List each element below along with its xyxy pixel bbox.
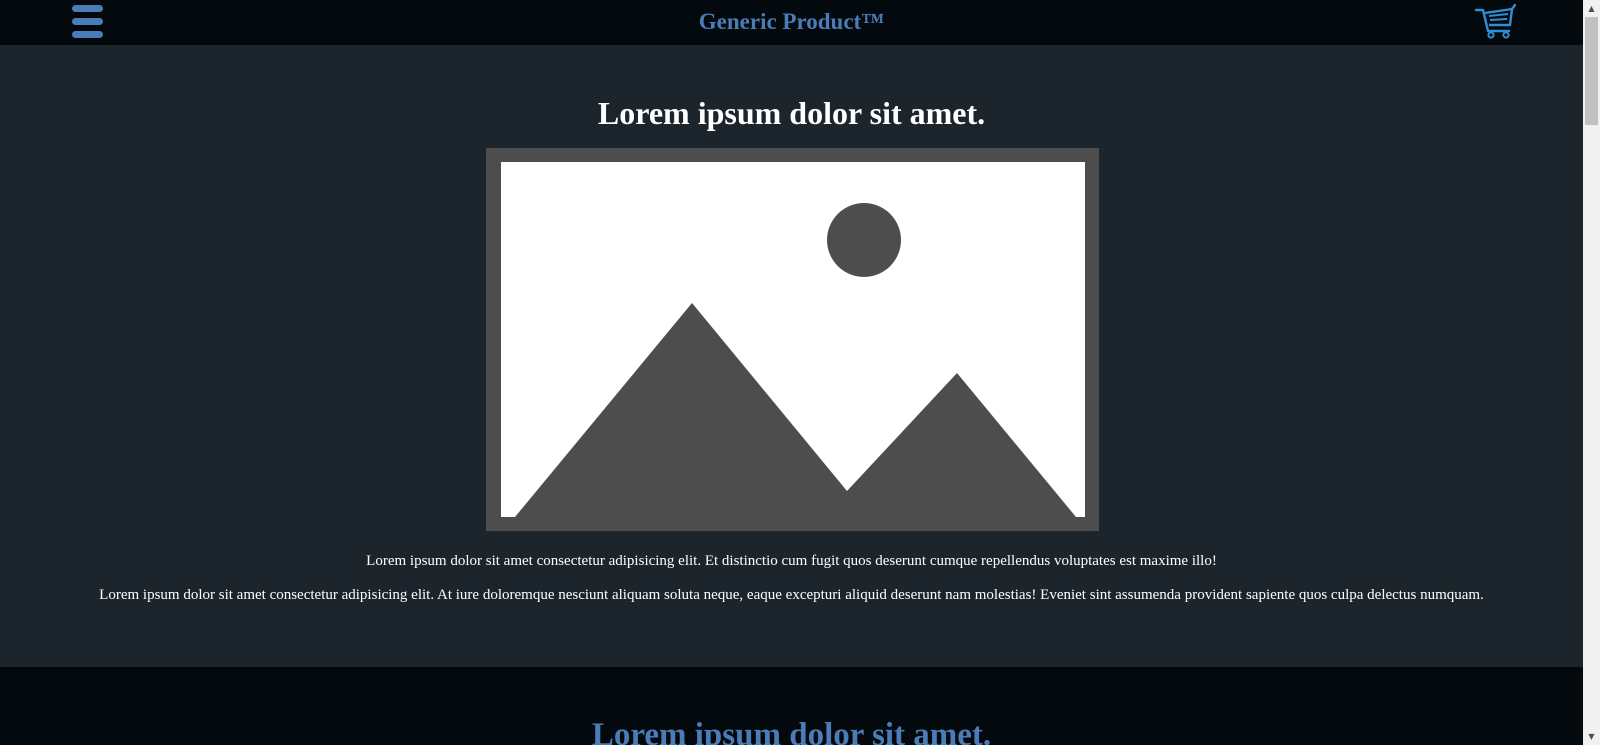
scroll-down-icon[interactable]: ▼: [1583, 728, 1600, 745]
section-title: Lorem ipsum dolor sit amet.: [591, 717, 992, 745]
vertical-scrollbar[interactable]: ▲ ▼: [1583, 0, 1600, 745]
hero-section: Lorem ipsum dolor sit amet. Lorem ipsum …: [0, 45, 1583, 667]
scroll-up-icon[interactable]: ▲: [1583, 0, 1600, 17]
image-placeholder-icon: [486, 148, 1099, 531]
hero-title: Lorem ipsum dolor sit amet.: [597, 95, 986, 131]
brand-title[interactable]: Generic Product™: [0, 7, 1583, 37]
second-section: Lorem ipsum dolor sit amet.: [0, 667, 1583, 745]
scrollbar-thumb[interactable]: [1585, 17, 1598, 125]
shopping-cart-icon[interactable]: [1474, 3, 1517, 40]
page: Generic Product™ Lorem ipsum dolor sit a…: [0, 0, 1583, 745]
navbar: Generic Product™: [0, 0, 1583, 45]
hero-paragraph: Lorem ipsum dolor sit amet consectetur a…: [366, 553, 1217, 569]
hero-paragraph: Lorem ipsum dolor sit amet consectetur a…: [99, 587, 1484, 603]
